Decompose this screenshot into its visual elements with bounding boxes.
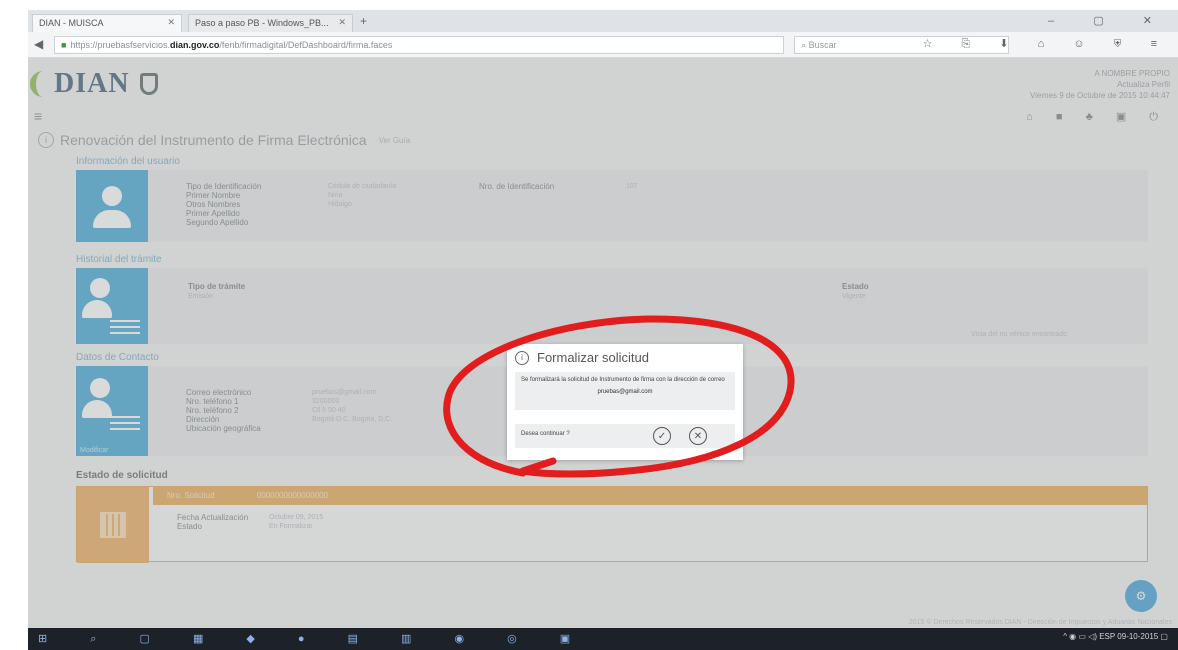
search-placeholder: Buscar [808, 40, 837, 50]
cancel-x-button[interactable]: ✕ [689, 427, 707, 445]
back-arrow-icon[interactable]: ◀ [34, 37, 43, 51]
system-tray[interactable]: ^ ◉ ▭ ◁) ESP 09-10-2015 ▢ [1063, 632, 1168, 641]
search-icon: ⌕ [801, 40, 807, 50]
window-controls[interactable]: – ▢ ✕ [1048, 14, 1170, 27]
page-content: DIAN ≡ A NOMBRE PROPIO Actualiza Perfil … [28, 58, 1178, 628]
lock-icon: ■ [61, 40, 67, 50]
close-icon[interactable]: ✕ [338, 17, 346, 28]
url-path: /fenb/firmadigital/DefDashboard/firma.fa… [219, 40, 393, 50]
tab-guide[interactable]: Paso a paso PB - Windows_PB... ✕ [188, 14, 353, 32]
new-tab-button[interactable]: + [360, 14, 367, 28]
browser-nav-bar: ◀ ■ https://pruebasfservicios.dian.gov.co… [28, 32, 1178, 58]
confirm-check-button[interactable]: ✓ [653, 427, 671, 445]
url-domain: dian.gov.co [170, 40, 220, 50]
tab-label: Paso a paso PB - Windows_PB... [195, 18, 329, 28]
browser-tab-bar: DIAN - MUISCA ✕ Paso a paso PB - Windows… [28, 10, 1178, 32]
info-icon: i [515, 350, 529, 365]
dialog-message: Se formalizará la solicitud de Instrumen… [515, 372, 735, 410]
formalize-dialog: i Formalizar solicitud Se formalizará la… [507, 344, 743, 460]
windows-taskbar: ⊞ ⌕ ▢ ▦ ◆ ● ▤ ▥ ◉ ◎ ▣ ^ ◉ ▭ ◁) ESP 09-10… [28, 628, 1178, 650]
modal-overlay [28, 58, 1178, 628]
dialog-message-text: Se formalizará la solicitud de Instrumen… [521, 377, 725, 383]
tab-label: DIAN - MUISCA [39, 18, 104, 28]
tab-dian[interactable]: DIAN - MUISCA ✕ [32, 14, 182, 32]
dialog-email: pruebas@gmail.com [597, 389, 653, 395]
browser-toolbar-icons[interactable]: ☆ ⎘ ⬇ ⌂ ☺ ⛨ ≡ [923, 37, 1170, 51]
address-bar[interactable]: ■ https://pruebasfservicios.dian.gov.co/f… [54, 36, 784, 54]
taskbar-app-icons[interactable]: ⊞ ⌕ ▢ ▦ ◆ ● ▤ ▥ ◉ ◎ ▣ [38, 632, 590, 646]
confirm-question: Desea continuar ? [521, 431, 570, 437]
close-icon[interactable]: ✕ [167, 17, 175, 28]
url-prefix: https://pruebasfservicios [70, 40, 168, 50]
dialog-title: i Formalizar solicitud [515, 350, 649, 365]
dialog-title-text: Formalizar solicitud [537, 350, 649, 365]
